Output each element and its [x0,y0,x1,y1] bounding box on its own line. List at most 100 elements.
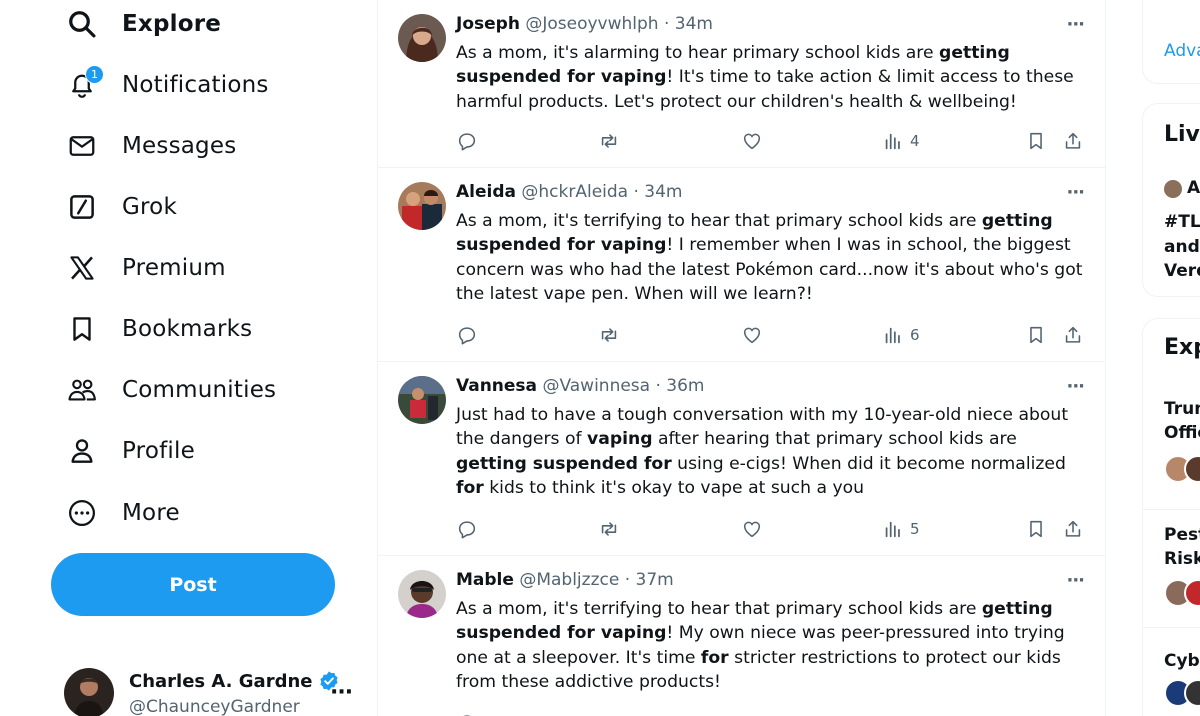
sidebar-item-grok[interactable]: Grok [60,181,177,233]
bookmark-button[interactable] [1025,127,1047,155]
views-button[interactable]: 4 [882,127,920,155]
tweet[interactable]: Mable @Mabljzzce · 37m ··· As a mom, it'… [378,556,1105,716]
search-icon [60,2,104,46]
advanced-search-link[interactable]: Adva [1164,41,1200,61]
avatar [64,668,114,716]
share-button[interactable] [1062,127,1084,155]
live-line[interactable]: and [1164,236,1200,259]
tweet-text-segment: As a mom, it's alarming to hear primary … [456,43,940,63]
views-button[interactable]: 5 [882,515,920,543]
repost-button[interactable] [598,321,620,349]
tweet-text-segment: As a mom, it's terrifying to hear that p… [456,599,982,619]
people-icon [60,368,104,412]
app-page: Explore 1 Notifications Messages Grok Pr… [0,0,1200,716]
sidebar-item-explore[interactable]: Explore [60,0,221,50]
tweet-actions: 5 [456,515,1086,543]
sidebar-item-profile[interactable]: Profile [60,425,195,477]
tweet-text: As a mom, it's terrifying to hear that p… [456,209,1091,307]
more-circle-icon [60,491,104,535]
tweet-actions: 6 [456,321,1086,349]
repost-button[interactable] [598,515,620,543]
sidebar-item-more[interactable]: More [60,487,180,539]
sidebar-item-label: Explore [122,11,222,37]
like-button[interactable] [741,127,763,155]
tweet-author-name[interactable]: Mable [456,570,514,590]
reply-button[interactable] [456,709,478,716]
explore-card: Exp Trum Offic Pest Risk Cybe [1142,318,1200,716]
person-icon [60,429,104,473]
heart-icon [743,327,761,344]
explore-item-line[interactable]: Trum [1164,398,1200,421]
tweet-text-segment: using e-cigs! When did it become normali… [671,453,1066,474]
reply-icon [458,521,476,539]
repost-button[interactable] [598,709,620,716]
sidebar-nav: Explore 1 Notifications Messages Grok Pr… [0,0,378,716]
explore-item-line[interactable]: Pest [1164,524,1200,547]
bookmark-button[interactable] [1025,321,1047,349]
avatar[interactable] [398,570,446,618]
sidebar-item-bookmarks[interactable]: Bookmarks [60,303,252,355]
tweet-text: As a mom, it's alarming to hear primary … [456,41,1091,114]
tweet[interactable]: Vannesa @Vawinnesa · 36m ··· Just had to… [378,362,1105,556]
timeline: Joseph @Joseoyvwhlph · 34m ··· As a mom,… [377,0,1106,716]
tweet-text: As a mom, it's terrifying to hear that p… [456,597,1091,695]
tweet-text-highlight: getting suspended for [456,453,672,474]
more-dots-icon[interactable]: ··· [1066,182,1084,203]
avatar[interactable] [398,182,446,230]
tweet-header: Mable @Mabljzzce · 37m [456,570,674,590]
bookmark-icon [1030,132,1042,150]
sidebar-item-communities[interactable]: Communities [60,364,276,416]
sidebar-item-messages[interactable]: Messages [60,120,236,172]
tweet[interactable]: Aleida @hckrAleida · 34m ··· As a mom, i… [378,168,1105,362]
views-count: 4 [910,132,920,150]
share-button[interactable] [1062,515,1084,543]
tweet-author-name[interactable]: Joseph [456,14,520,34]
reply-button[interactable] [456,515,478,543]
sidebar-item-label: Notifications [122,72,269,98]
views-button[interactable]: 6 [882,321,920,349]
grok-icon [60,185,104,229]
like-button[interactable] [741,321,763,349]
tweet[interactable]: Joseph @Joseoyvwhlph · 34m ··· As a mom,… [378,0,1105,168]
share-icon [1065,520,1081,537]
account-name: Charles A. Gardne [129,670,313,692]
share-icon [1065,326,1081,343]
tweet-author-name[interactable]: Vannesa [456,376,537,396]
like-button[interactable] [741,515,763,543]
views-chart-icon [885,327,900,344]
tweet-header: Aleida @hckrAleida · 34m [456,182,683,202]
repost-button[interactable] [598,127,620,155]
live-on-x-card: Live A #TL and Verd [1142,103,1200,297]
explore-item-line[interactable]: Offic [1164,422,1200,445]
tweet-text-segment: after hearing that primary school kids a… [652,429,1017,450]
reply-button[interactable] [456,127,478,155]
views-chart-icon [885,133,900,150]
sidebar-item-notifications[interactable]: 1 Notifications [60,59,269,111]
more-dots-icon[interactable]: ··· [330,680,353,705]
share-button[interactable] [1062,321,1084,349]
reply-button[interactable] [456,321,478,349]
tweet-actions [456,709,1086,716]
post-button[interactable]: Post [51,553,335,616]
avatar[interactable] [398,376,446,424]
more-dots-icon[interactable]: ··· [1066,376,1084,397]
explore-heading: Exp [1164,335,1200,360]
tweet-text-segment: kids to think it's okay to vape at such … [483,478,865,499]
notification-badge: 1 [85,65,104,84]
views-count: 5 [910,520,920,538]
live-line[interactable]: Verd [1164,260,1200,283]
avatar[interactable] [398,14,446,62]
explore-item-line[interactable]: Risk [1164,548,1200,571]
sidebar-item-label: Premium [122,255,226,281]
tweet-text-highlight: for [456,478,484,499]
account-switcher[interactable]: Charles A. Gardne @ChaunceyGardner ··· [64,668,364,716]
tweet-handle-time: @Vawinnesa · 36m [542,376,705,396]
more-dots-icon[interactable]: ··· [1066,14,1084,35]
tweet-author-name[interactable]: Aleida [456,182,516,202]
more-dots-icon[interactable]: ··· [1066,570,1084,591]
live-line[interactable]: #TL [1164,211,1200,234]
explore-item-line[interactable]: Cybe [1164,650,1200,673]
bookmark-button[interactable] [1025,515,1047,543]
sidebar-item-premium[interactable]: Premium [60,242,226,294]
sidebar-item-label: Grok [122,194,177,220]
